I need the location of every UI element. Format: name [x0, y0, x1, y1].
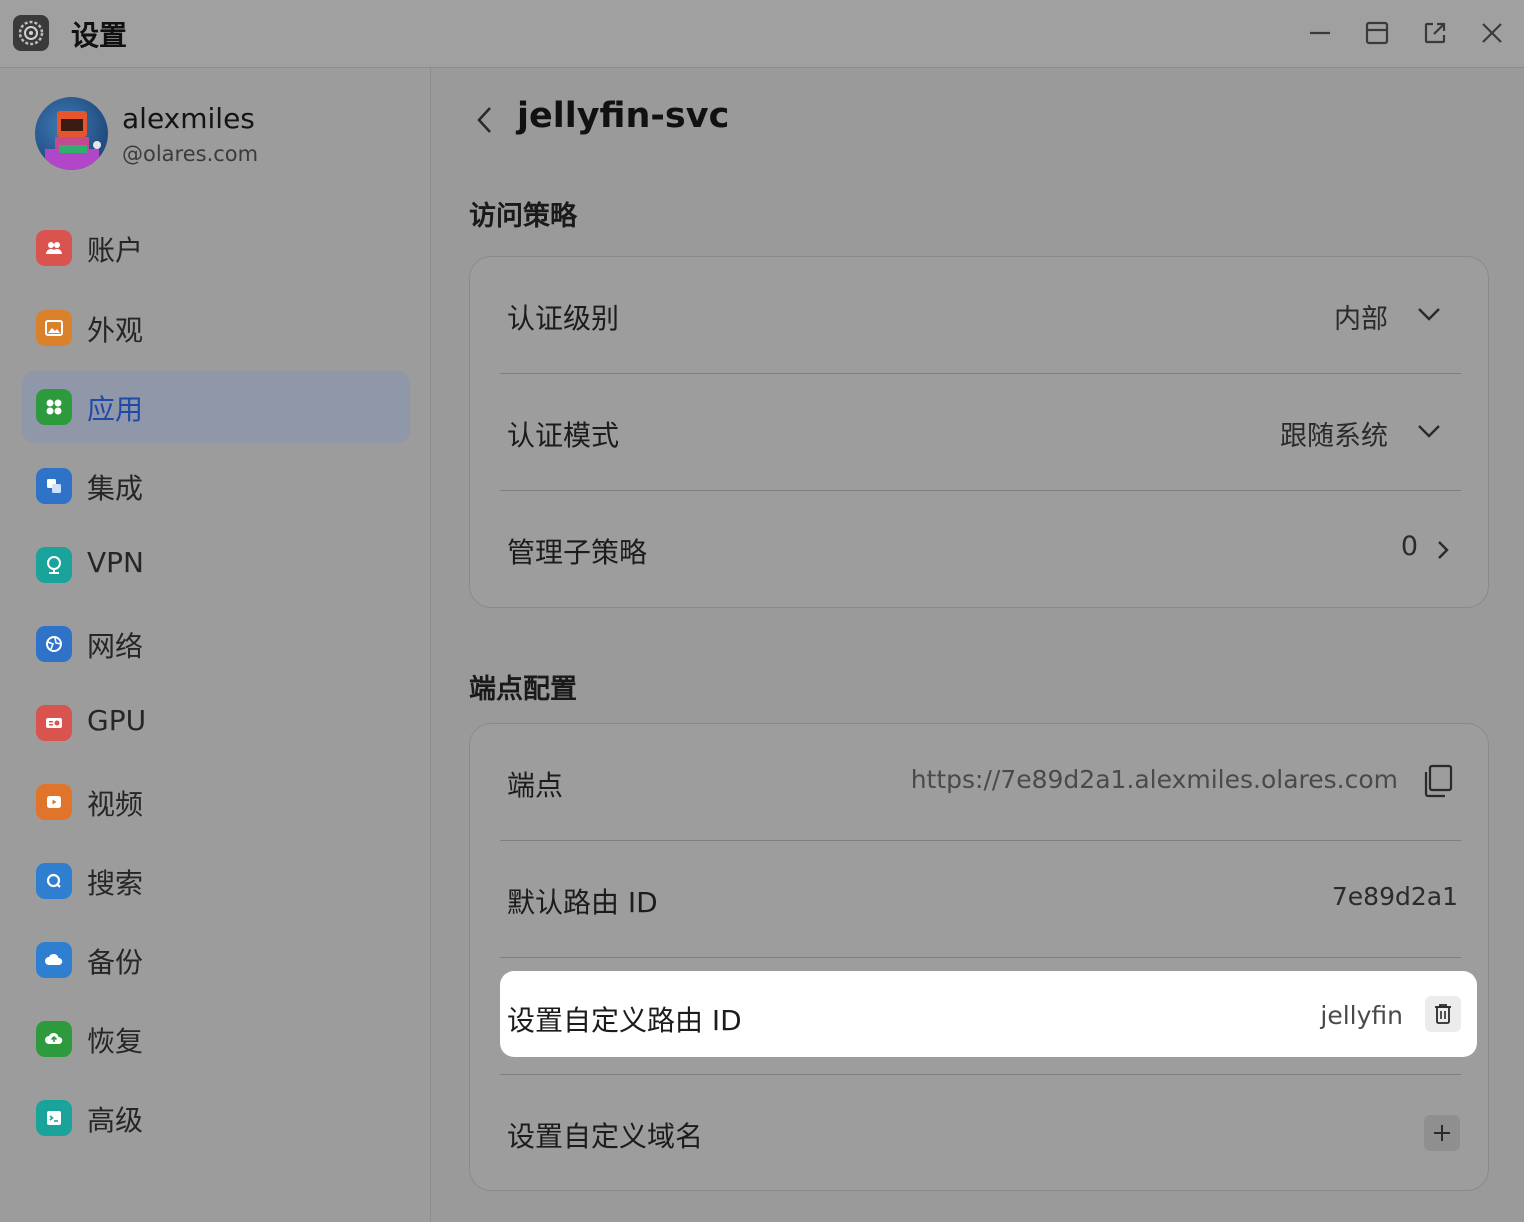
sidebar: alexmiles @olares.com 账户 外观 应用 集成 VPN 网络… — [0, 68, 431, 1222]
integration-icon — [36, 468, 72, 504]
sidebar-item-integration[interactable]: 集成 — [22, 450, 410, 522]
sidebar-item-advanced[interactable]: 高级 — [22, 1082, 410, 1154]
section-title-access-policy: 访问策略 — [469, 201, 577, 232]
endpoint-config-card: 端点 https://7e89d2a1.alexmiles.olares.com… — [469, 723, 1489, 1191]
sidebar-item-account[interactable]: 账户 — [22, 212, 410, 284]
sidebar-item-appearance[interactable]: 外观 — [22, 292, 410, 364]
appearance-icon — [36, 310, 72, 346]
sidebar-item-label: 应用 — [87, 393, 144, 426]
sidebar-item-video[interactable]: 视频 — [22, 766, 410, 838]
title-bar: 设置 — [0, 0, 1524, 68]
section-title-endpoint-config: 端点配置 — [469, 674, 577, 705]
vpn-icon — [36, 547, 72, 583]
plus-icon — [1434, 1125, 1450, 1141]
default-route-row: 默认路由 ID 7e89d2a1 — [470, 841, 1488, 958]
sidebar-item-search[interactable]: 搜索 — [22, 845, 410, 917]
sidebar-item-label: 集成 — [87, 472, 144, 505]
sidebar-item-backup[interactable]: 备份 — [22, 924, 410, 996]
custom-route-value: jellyfin — [1320, 1001, 1403, 1030]
custom-route-label: 设置自定义路由 ID — [507, 1004, 742, 1037]
default-route-label: 默认路由 ID — [507, 886, 658, 919]
sidebar-item-label: 视频 — [87, 788, 144, 821]
copy-icon[interactable] — [1422, 764, 1454, 798]
auth-level-value[interactable]: 内部 — [1334, 297, 1388, 336]
sidebar-item-label: 账户 — [87, 234, 144, 267]
endpoint-row: 端点 https://7e89d2a1.alexmiles.olares.com — [470, 724, 1488, 841]
add-domain-button[interactable] — [1424, 1115, 1460, 1151]
user-domain: @olares.com — [122, 142, 259, 166]
sidebar-item-label: 网络 — [87, 630, 144, 663]
minimize-icon[interactable] — [1305, 18, 1335, 48]
chevron-down-icon — [1418, 425, 1440, 438]
divider — [500, 957, 1461, 958]
auth-level-label: 认证级别 — [507, 302, 620, 335]
auth-mode-label: 认证模式 — [507, 419, 620, 452]
sidebar-item-vpn[interactable]: VPN — [22, 529, 410, 601]
auth-mode-row[interactable]: 认证模式 跟随系统 — [470, 374, 1488, 491]
delete-button[interactable] — [1425, 996, 1461, 1032]
default-route-value: 7e89d2a1 — [1331, 882, 1458, 911]
sidebar-item-restore[interactable]: 恢复 — [22, 1003, 410, 1075]
main-content: jellyfin-svc 访问策略 认证级别 内部 认证模式 跟随系统 管理子策… — [432, 68, 1524, 1222]
custom-domain-label: 设置自定义域名 — [507, 1120, 704, 1153]
sidebar-item-apps[interactable]: 应用 — [22, 371, 410, 443]
sub-policy-label: 管理子策略 — [507, 536, 648, 569]
sidebar-item-label: GPU — [87, 704, 147, 737]
settings-gear-icon — [13, 15, 49, 51]
sub-policy-row[interactable]: 管理子策略 0 — [470, 491, 1488, 608]
auth-level-row[interactable]: 认证级别 内部 — [470, 257, 1488, 374]
sidebar-item-label: 备份 — [87, 946, 144, 979]
avatar[interactable] — [35, 97, 108, 170]
custom-domain-row[interactable]: 设置自定义域名 — [470, 1075, 1488, 1192]
search-icon — [36, 863, 72, 899]
chevron-right-icon — [1438, 541, 1449, 559]
chevron-down-icon — [1418, 308, 1440, 321]
access-policy-card: 认证级别 内部 认证模式 跟随系统 管理子策略 0 — [469, 256, 1489, 608]
advanced-icon — [36, 1100, 72, 1136]
sidebar-item-label: 外观 — [87, 314, 144, 347]
sidebar-item-network[interactable]: 网络 — [22, 608, 410, 680]
sidebar-item-label: 搜索 — [87, 867, 144, 900]
open-external-icon[interactable] — [1420, 18, 1450, 48]
gpu-icon — [36, 705, 72, 741]
restore-icon — [36, 1021, 72, 1057]
custom-route-row[interactable]: 设置自定义路由 ID jellyfin — [500, 971, 1477, 1057]
backup-icon — [36, 942, 72, 978]
account-icon — [36, 230, 72, 266]
window-title: 设置 — [71, 19, 128, 52]
sidebar-item-gpu[interactable]: GPU — [22, 687, 410, 759]
username: alexmiles — [122, 102, 255, 135]
close-icon[interactable] — [1477, 18, 1507, 48]
auth-mode-value[interactable]: 跟随系统 — [1280, 414, 1388, 453]
sub-policy-count: 0 — [1400, 531, 1418, 562]
endpoint-label: 端点 — [507, 769, 564, 802]
sidebar-item-label: 高级 — [87, 1104, 144, 1137]
apps-icon — [36, 389, 72, 425]
sidebar-item-label: VPN — [87, 546, 144, 579]
trash-icon — [1435, 1004, 1451, 1024]
page-title: jellyfin-svc — [517, 96, 730, 136]
maximize-icon[interactable] — [1362, 18, 1392, 48]
back-button[interactable] — [470, 102, 500, 138]
network-icon — [36, 626, 72, 662]
endpoint-value: https://7e89d2a1.alexmiles.olares.com — [910, 765, 1398, 794]
video-icon — [36, 784, 72, 820]
chevron-left-icon — [477, 107, 491, 133]
sidebar-item-label: 恢复 — [87, 1025, 144, 1058]
